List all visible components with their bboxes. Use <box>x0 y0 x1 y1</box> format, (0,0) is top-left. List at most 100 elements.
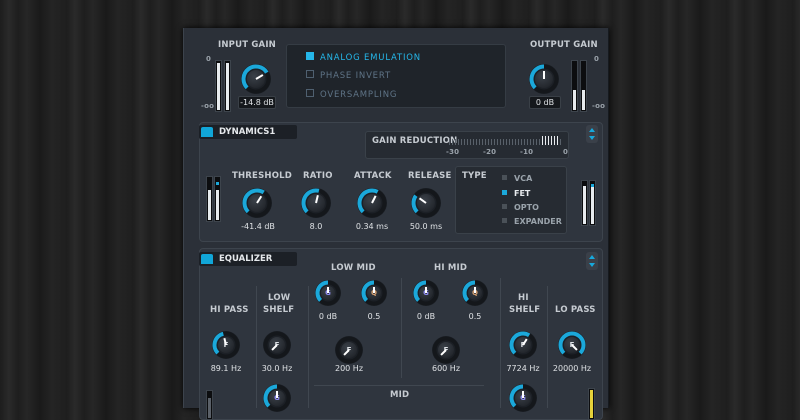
output-meter-left <box>571 60 578 112</box>
low-mid-freq-knob[interactable]: F <box>335 336 363 364</box>
arrow-up-icon[interactable] <box>589 255 595 259</box>
type-option-opto[interactable]: OPTO <box>502 203 539 212</box>
gr-tick <box>452 139 453 145</box>
release-value[interactable]: 50.0 ms <box>406 222 446 231</box>
output-gain-value[interactable]: 0 dB <box>529 96 561 109</box>
hi-mid-label: HI MID <box>434 263 468 273</box>
low-mid-label: LOW MID <box>331 263 376 273</box>
eq-out-meter <box>588 388 595 420</box>
gr-tick <box>536 139 537 145</box>
mid-label: MID <box>390 390 410 400</box>
arrow-down-icon[interactable] <box>589 263 595 267</box>
low-shelf-gain-knob[interactable]: G <box>263 384 291 412</box>
gr-tick <box>461 139 462 145</box>
hi-mid-q-value[interactable]: 0.5 <box>462 312 488 321</box>
hi-pass-knob[interactable]: F <box>212 331 240 359</box>
dynamics-preset-arrows[interactable] <box>586 125 598 143</box>
gr-tick <box>506 139 507 145</box>
input-meter-left <box>215 60 222 112</box>
input-meter-bottom: -oo <box>201 102 215 110</box>
gr-tick <box>497 139 498 145</box>
hi-shelf-value[interactable]: 7724 Hz <box>503 364 543 373</box>
threshold-knob[interactable] <box>242 188 272 218</box>
knob-pointer <box>522 391 524 398</box>
gr-tick <box>476 139 477 145</box>
gr-tick <box>521 139 522 145</box>
gr-tick <box>524 139 525 145</box>
output-meter-right <box>580 60 587 112</box>
lo-pass-label: LO PASS <box>555 305 596 315</box>
lo-pass-knob[interactable]: F <box>558 331 586 359</box>
arrow-up-icon[interactable] <box>589 128 595 132</box>
knob-pointer <box>276 391 278 398</box>
type-option-fet[interactable]: FET <box>502 189 530 198</box>
hi-pass-value[interactable]: 89.1 Hz <box>206 364 246 373</box>
radio-indicator-icon <box>502 190 507 195</box>
gr-scale-30: -30 <box>446 148 460 156</box>
hi-shelf-gain-knob[interactable]: G <box>509 384 537 412</box>
type-option-vca[interactable]: VCA <box>502 174 532 183</box>
gr-tick <box>515 139 516 145</box>
low-mid-gain-value[interactable]: 0 dB <box>312 312 344 321</box>
knob-letter: G <box>423 289 429 297</box>
ratio-value[interactable]: 8.0 <box>301 222 331 231</box>
knob-pointer <box>327 287 329 293</box>
input-gain-value[interactable]: -14.8 dB <box>238 96 276 109</box>
output-gain-knob[interactable] <box>529 64 559 94</box>
gr-tick <box>545 136 546 145</box>
low-mid-q-knob[interactable]: Q <box>361 280 387 306</box>
release-label: RELEASE <box>408 171 452 181</box>
equalizer-preset-arrows[interactable] <box>586 252 598 270</box>
gr-tick <box>560 139 561 145</box>
dynamics-header[interactable]: DYNAMICS1 <box>199 125 297 139</box>
checkbox-icon <box>306 89 314 97</box>
hi-mid-q-knob[interactable]: Q <box>462 280 488 306</box>
gr-tick <box>530 139 531 145</box>
threshold-value[interactable]: -41.4 dB <box>236 222 280 231</box>
knob-letter: Q <box>371 289 377 297</box>
gr-tick <box>449 139 450 145</box>
equalizer-header[interactable]: EQUALIZER <box>199 252 297 266</box>
low-shelf-knob[interactable]: F <box>263 331 291 359</box>
low-shelf-value[interactable]: 30.0 Hz <box>257 364 297 373</box>
knob-letter: G <box>274 394 280 402</box>
ratio-knob[interactable] <box>301 188 331 218</box>
gr-tick <box>512 139 513 145</box>
section-toggle-icon[interactable] <box>201 254 213 264</box>
hi-mid-freq-knob[interactable]: F <box>432 336 460 364</box>
plugin-window: INPUT GAIN 0 -oo -14.8 dB ANALOG EMULATI… <box>183 28 609 420</box>
input-gain-knob[interactable] <box>241 64 271 94</box>
lo-pass-value[interactable]: 20000 Hz <box>549 364 595 373</box>
hi-mid-freq-value[interactable]: 600 Hz <box>426 364 466 373</box>
low-mid-gain-knob[interactable]: G <box>315 280 341 306</box>
gr-tick <box>485 139 486 145</box>
checkbox-icon <box>306 70 314 78</box>
attack-value[interactable]: 0.34 ms <box>352 222 392 231</box>
gr-tick <box>551 136 552 145</box>
analog-emulation-checkbox[interactable]: ANALOG EMULATION <box>306 52 421 63</box>
low-mid-freq-value[interactable]: 200 Hz <box>329 364 369 373</box>
phase-invert-checkbox[interactable]: PHASE INVERT <box>306 70 391 81</box>
knob-pointer <box>373 287 375 293</box>
hi-mid-gain-value[interactable]: 0 dB <box>410 312 442 321</box>
eq-in-meter <box>206 390 213 420</box>
eq-divider-5 <box>547 286 548 408</box>
radio-indicator-icon <box>502 175 507 180</box>
knob-letter: Q <box>472 289 478 297</box>
dynamics-in-meter-left <box>206 176 213 222</box>
release-knob[interactable] <box>411 188 441 218</box>
hi-shelf-knob[interactable]: F <box>509 331 537 359</box>
gr-tick <box>533 139 534 145</box>
gr-tick <box>509 139 510 145</box>
low-mid-q-value[interactable]: 0.5 <box>361 312 387 321</box>
type-option-expander[interactable]: EXPANDER <box>502 217 562 226</box>
input-meter-right <box>224 60 231 112</box>
gr-tick <box>557 136 558 145</box>
hi-mid-gain-knob[interactable]: G <box>413 280 439 306</box>
eq-divider-1 <box>256 286 257 408</box>
knob-letter: F <box>212 331 240 359</box>
attack-knob[interactable] <box>357 188 387 218</box>
section-toggle-icon[interactable] <box>201 127 213 137</box>
oversampling-checkbox[interactable]: OVERSAMPLING <box>306 89 397 100</box>
arrow-down-icon[interactable] <box>589 136 595 140</box>
